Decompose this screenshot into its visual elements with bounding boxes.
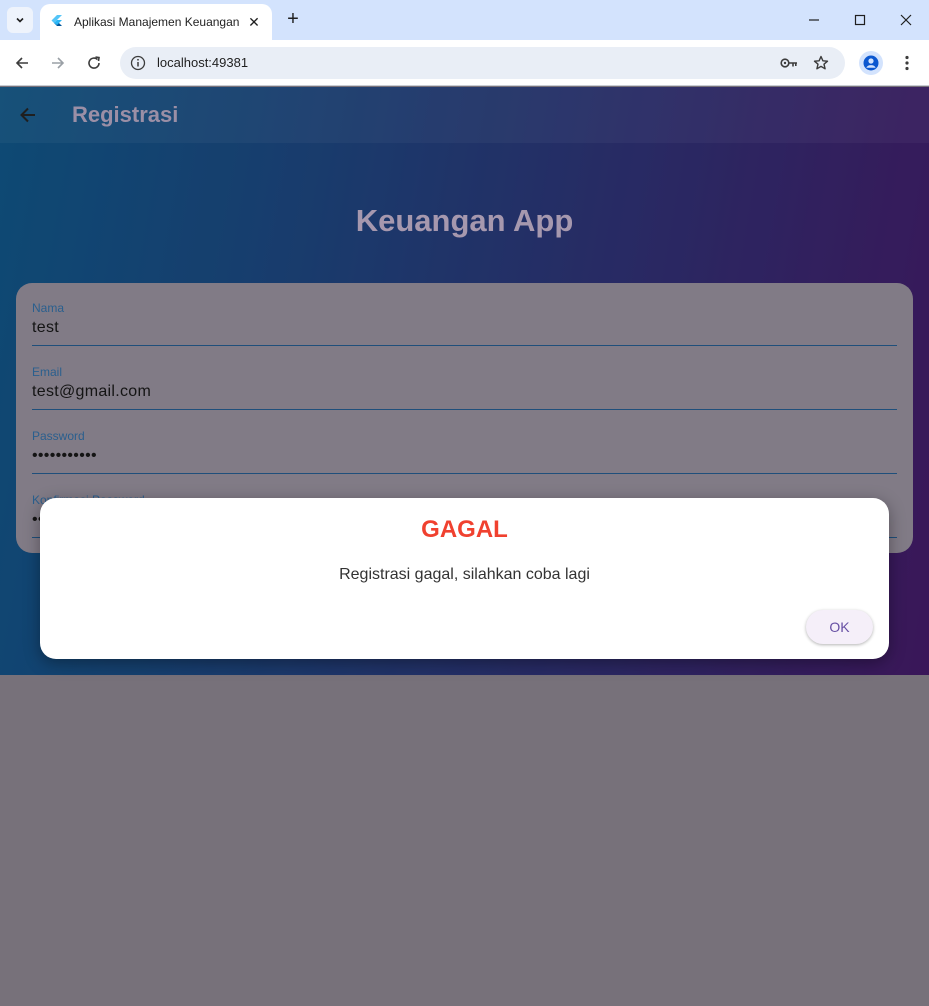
arrow-right-icon: [52, 57, 65, 69]
back-arrow-icon[interactable]: [16, 103, 40, 127]
browser-titlebar: Aplikasi Manajemen Keuangan ✕ +: [0, 0, 929, 40]
appbar-title: Registrasi: [72, 102, 179, 127]
password-field[interactable]: Password •••••••••••: [32, 429, 897, 474]
back-button[interactable]: [10, 51, 34, 75]
arrow-left-icon: [15, 57, 28, 69]
browser-tab-active[interactable]: Aplikasi Manajemen Keuangan ✕: [40, 4, 272, 40]
email-field[interactable]: Email test@gmail.com: [32, 365, 897, 410]
name-field-label: Nama: [32, 301, 65, 315]
field-underline: [32, 345, 897, 346]
flutter-icon: [50, 15, 64, 29]
name-field-value[interactable]: test: [32, 319, 897, 345]
error-dialog: GAGAL Registrasi gagal, silahkan coba la…: [40, 498, 889, 659]
email-field-label: Email: [32, 365, 63, 379]
address-bar[interactable]: localhost:49381: [120, 47, 845, 79]
bookmark-star-icon[interactable]: [811, 53, 831, 73]
password-field-label: Password: [32, 429, 85, 443]
browser-menu-icon[interactable]: [896, 51, 918, 75]
page-lower-area: [0, 675, 929, 1006]
email-field-value[interactable]: test@gmail.com: [32, 383, 897, 409]
site-info-icon[interactable]: [128, 53, 148, 73]
maximize-icon[interactable]: [848, 8, 872, 32]
profile-avatar-icon[interactable]: [859, 51, 883, 75]
reload-button[interactable]: [82, 51, 106, 75]
reload-icon: [88, 56, 100, 69]
name-field[interactable]: Nama test: [32, 301, 897, 346]
field-underline: [32, 473, 897, 474]
password-field-value[interactable]: •••••••••••: [32, 447, 897, 473]
forward-button[interactable]: [46, 51, 70, 75]
tab-close-icon[interactable]: ✕: [246, 14, 262, 31]
ok-button[interactable]: OK: [806, 610, 873, 644]
minimize-icon[interactable]: [802, 8, 826, 32]
tab-search-button[interactable]: [7, 7, 33, 33]
dialog-title: GAGAL: [421, 516, 508, 543]
chevron-down-icon: [16, 17, 24, 23]
dialog-message: Registrasi gagal, silahkan coba lagi: [339, 566, 590, 583]
field-underline: [32, 409, 897, 410]
browser-toolbar: localhost:49381: [0, 40, 929, 86]
app-brand-title: Keuangan App: [355, 203, 574, 238]
app-bar: Registrasi: [0, 87, 929, 143]
url-text: localhost:49381: [157, 55, 249, 70]
tab-title: Aplikasi Manajemen Keuangan: [74, 15, 240, 29]
close-window-icon[interactable]: [894, 8, 918, 32]
new-tab-button[interactable]: +: [282, 8, 304, 30]
key-icon[interactable]: [779, 53, 799, 73]
